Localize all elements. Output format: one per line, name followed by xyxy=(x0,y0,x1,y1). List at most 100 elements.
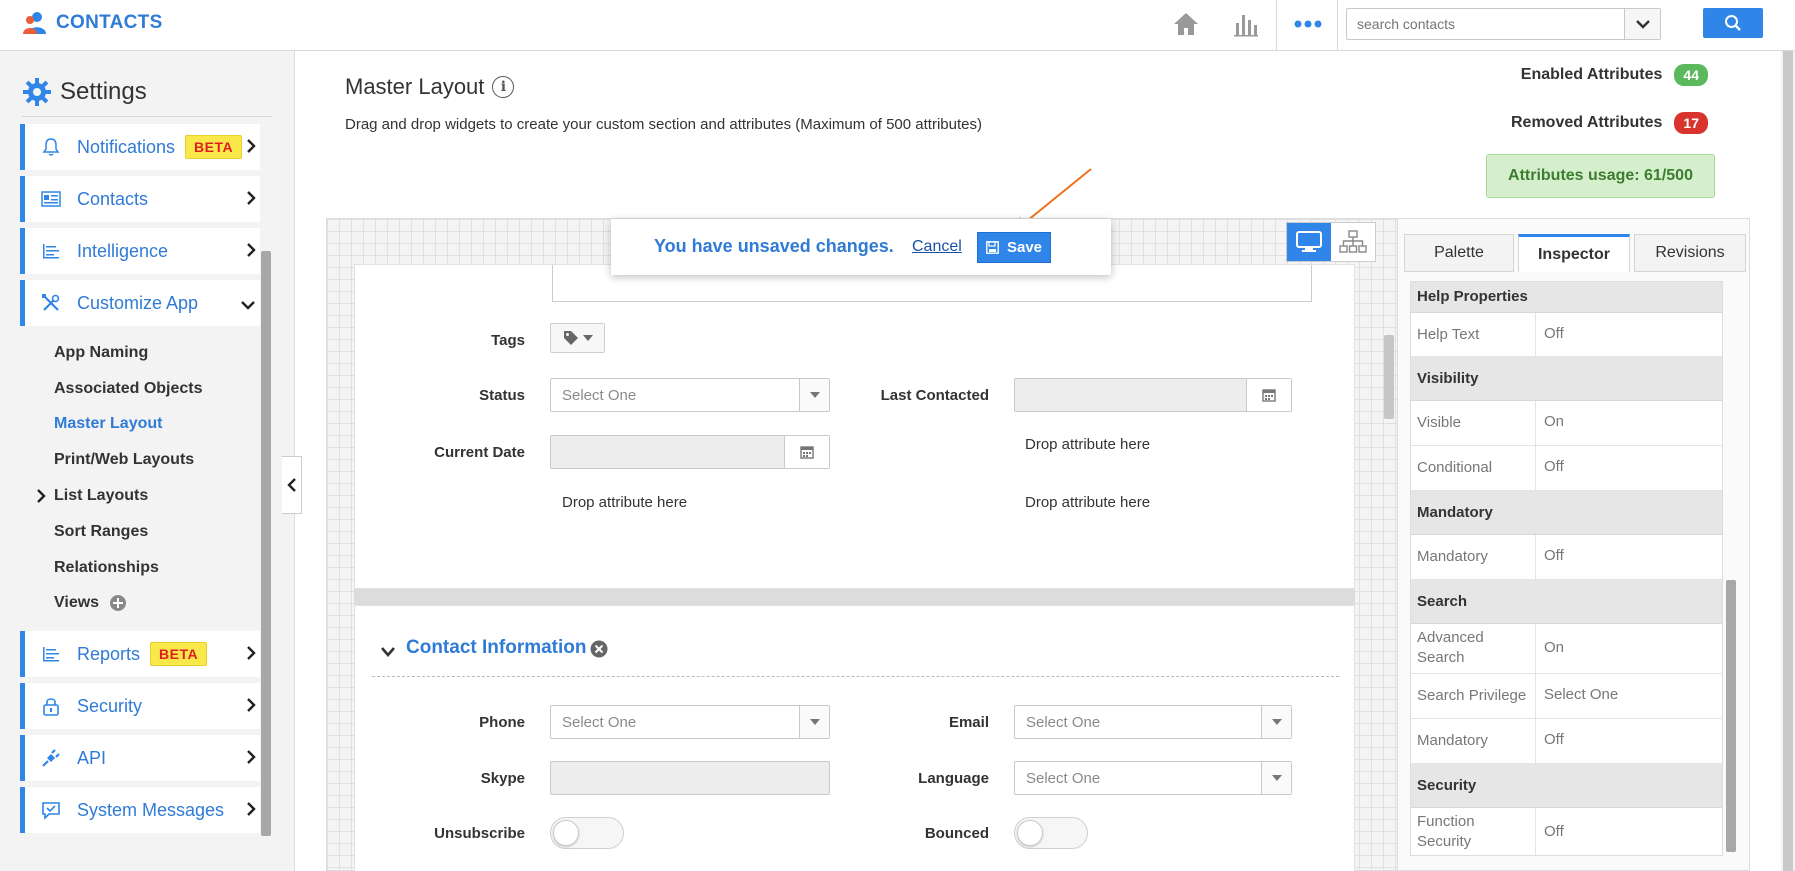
enabled-attributes-stat[interactable]: Enabled Attributes 44 xyxy=(1521,64,1708,86)
message-check-icon xyxy=(39,800,63,820)
property-value[interactable]: Off xyxy=(1544,547,1564,564)
search-icon xyxy=(1725,15,1741,31)
page-title: Master Layout i xyxy=(345,74,515,100)
property-value[interactable]: Select One xyxy=(1544,686,1618,703)
property-row[interactable]: Advanced Search On xyxy=(1411,624,1722,674)
page-scrollbar[interactable] xyxy=(1781,51,1795,871)
phone-select[interactable]: Select One xyxy=(550,705,830,739)
chevron-down-icon[interactable] xyxy=(381,644,395,660)
info-icon[interactable]: i xyxy=(492,76,515,98)
more-dots-icon[interactable] xyxy=(1290,8,1326,40)
inspector-scrollbar[interactable] xyxy=(1726,580,1736,852)
bell-icon xyxy=(39,137,63,157)
sidebar-item-contacts[interactable]: Contacts xyxy=(20,176,260,222)
subnav-list-layouts[interactable]: List Layouts xyxy=(54,487,148,505)
calendar-icon[interactable] xyxy=(784,436,829,468)
enabled-count-badge: 44 xyxy=(1674,64,1708,86)
property-value[interactable]: Off xyxy=(1544,458,1564,475)
sidebar-item-intelligence[interactable]: Intelligence xyxy=(20,228,260,274)
search-input[interactable] xyxy=(1347,9,1617,39)
subnav-app-naming[interactable]: App Naming xyxy=(54,344,148,362)
inspector-properties: Help Properties Help Text Off Visibility … xyxy=(1410,281,1723,856)
sidebar-scrollbar[interactable] xyxy=(261,251,271,836)
skype-field[interactable] xyxy=(550,761,830,795)
search-button[interactable] xyxy=(1703,8,1763,38)
property-row[interactable]: Search Privilege Select One xyxy=(1411,674,1722,719)
tab-palette[interactable]: Palette xyxy=(1404,234,1514,272)
property-row[interactable]: Mandatory Off xyxy=(1411,719,1722,764)
property-row[interactable]: Visible On xyxy=(1411,401,1722,446)
lock-icon xyxy=(39,696,63,716)
cancel-link[interactable]: Cancel xyxy=(912,238,962,256)
calendar-icon[interactable] xyxy=(1246,379,1291,411)
last-contacted-date-field[interactable] xyxy=(1014,378,1292,412)
sidebar-item-notifications[interactable]: Notifications BETA xyxy=(20,124,260,170)
enabled-attributes-label: Enabled Attributes xyxy=(1520,66,1663,83)
section-title: Mandatory xyxy=(1417,504,1493,521)
collapse-sidebar-button[interactable] xyxy=(282,456,302,514)
canvas-scrollbar[interactable] xyxy=(1384,335,1394,419)
status-select[interactable]: Select One xyxy=(550,378,830,412)
subnav-master-layout[interactable]: Master Layout xyxy=(54,415,162,433)
section-divider xyxy=(372,676,1339,677)
toggle-knob xyxy=(1017,820,1043,846)
property-value[interactable]: On xyxy=(1544,413,1564,430)
subnav-associated-objects[interactable]: Associated Objects xyxy=(54,380,203,398)
desktop-view-button[interactable] xyxy=(1287,223,1331,261)
property-value[interactable]: Off xyxy=(1544,823,1564,840)
tab-label: Inspector xyxy=(1537,245,1610,263)
property-row[interactable]: Help Text Off xyxy=(1411,313,1722,357)
property-value[interactable]: Off xyxy=(1544,325,1564,342)
subnav-relationships[interactable]: Relationships xyxy=(54,559,159,577)
removed-attributes-stat[interactable]: Removed Attributes 17 xyxy=(1511,112,1708,134)
sidebar-item-system-messages[interactable]: System Messages xyxy=(20,787,260,833)
property-row[interactable]: Mandatory Off xyxy=(1411,535,1722,580)
status-placeholder: Select One xyxy=(562,387,637,404)
unsubscribe-label: Unsubscribe xyxy=(434,825,525,842)
property-row[interactable]: Function Security Off xyxy=(1411,808,1722,855)
sidebar-item-security[interactable]: Security xyxy=(20,683,260,729)
chevron-right-icon xyxy=(246,801,256,820)
property-row[interactable]: Conditional Off xyxy=(1411,446,1722,491)
current-date-field[interactable] xyxy=(550,435,830,469)
bounced-toggle[interactable] xyxy=(1014,817,1088,849)
report-lines-icon xyxy=(39,645,63,663)
property-value[interactable]: On xyxy=(1544,639,1564,656)
sidebar-item-reports[interactable]: Reports BETA xyxy=(20,631,260,677)
view-mode-toggle xyxy=(1286,222,1376,262)
tab-inspector[interactable]: Inspector xyxy=(1518,234,1630,272)
remove-section-icon[interactable] xyxy=(590,640,608,661)
chevron-right-icon xyxy=(246,138,256,157)
bar-chart-icon[interactable] xyxy=(1228,8,1264,40)
subnav-sort-ranges[interactable]: Sort Ranges xyxy=(54,523,148,541)
drop-zone[interactable]: Drop attribute here xyxy=(562,494,687,511)
search-dropdown-toggle[interactable] xyxy=(1624,9,1660,39)
section-title[interactable]: Contact Information xyxy=(406,637,587,659)
subnav-print-web-layouts[interactable]: Print/Web Layouts xyxy=(54,451,194,469)
add-view-icon[interactable] xyxy=(109,594,127,615)
top-divider xyxy=(1276,0,1277,50)
save-button[interactable]: Save xyxy=(977,232,1051,263)
section-title: Help Properties xyxy=(1417,288,1528,305)
tab-revisions[interactable]: Revisions xyxy=(1634,234,1746,272)
sidebar-item-customize-app[interactable]: Customize App xyxy=(20,280,260,326)
monitor-icon xyxy=(1296,231,1322,252)
scrollbar-thumb[interactable] xyxy=(1783,51,1793,871)
tag-icon xyxy=(563,331,578,345)
drop-zone[interactable]: Drop attribute here xyxy=(1025,436,1150,453)
home-icon[interactable] xyxy=(1168,8,1204,40)
tags-dropdown[interactable] xyxy=(550,323,605,353)
status-label: Status xyxy=(479,387,525,404)
drop-zone[interactable]: Drop attribute here xyxy=(1025,494,1150,511)
app-brand[interactable]: CONTACTS xyxy=(22,10,163,36)
language-select[interactable]: Select One xyxy=(1014,761,1292,795)
layout-canvas[interactable]: Tags Status Select One Last Contacted Cu… xyxy=(326,218,1398,871)
property-value[interactable]: Off xyxy=(1544,731,1564,748)
caret-down-icon xyxy=(1261,706,1291,738)
unsubscribe-toggle[interactable] xyxy=(550,817,624,849)
hierarchy-view-button[interactable] xyxy=(1331,223,1375,261)
chevron-right-icon[interactable] xyxy=(36,489,46,506)
email-select[interactable]: Select One xyxy=(1014,705,1292,739)
sidebar-item-api[interactable]: API xyxy=(20,735,260,781)
subnav-views[interactable]: Views xyxy=(54,594,99,612)
